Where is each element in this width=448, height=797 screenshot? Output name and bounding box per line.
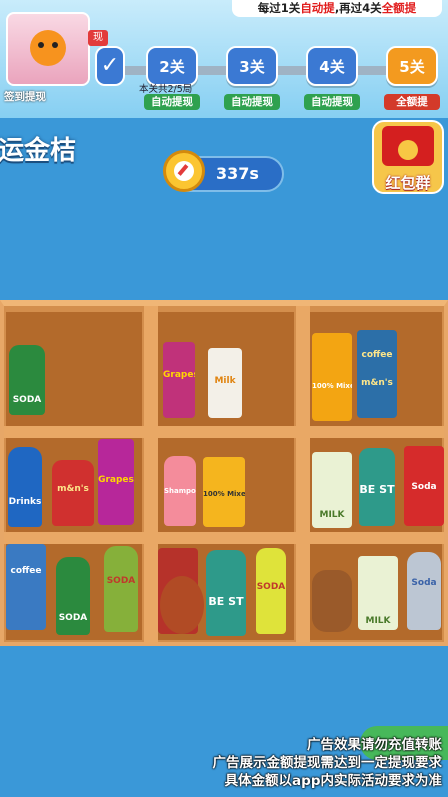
shampoo-bottle[interactable]: Shampoo: [164, 456, 196, 526]
full-withdraw-button[interactable]: 全额提: [384, 94, 440, 110]
milk-carton[interactable]: Milk: [208, 348, 242, 418]
grapes-can[interactable]: Grapes: [98, 439, 134, 525]
sign-in-withdraw-label[interactable]: 签到提现: [4, 89, 46, 104]
coconut-milk-box[interactable]: MILK: [358, 556, 398, 630]
round-progress-text: 本关共2/5局: [139, 84, 193, 95]
auto-withdraw-button-4[interactable]: 自动提现: [304, 94, 360, 110]
rugby-ball[interactable]: [160, 576, 204, 634]
game-title: 运金桔: [0, 136, 77, 166]
green-soda-bottle[interactable]: SODA: [9, 345, 45, 415]
orange-mascot-icon: [30, 30, 66, 66]
level-2-node[interactable]: 2关: [146, 46, 198, 86]
coffee-can[interactable]: coffee: [6, 544, 46, 630]
auto-withdraw-button-3[interactable]: 自动提现: [224, 94, 280, 110]
avatar[interactable]: [6, 12, 90, 86]
soda-can[interactable]: Soda: [404, 446, 444, 526]
blue-drink-bottle[interactable]: Drinks: [8, 447, 42, 527]
teddy-bear[interactable]: [312, 570, 352, 632]
soda-bottle[interactable]: SODA: [104, 546, 138, 632]
soda-bottle[interactable]: Soda: [407, 552, 441, 630]
red-packet-group-label: 红包群: [385, 174, 431, 192]
coconut-milk-box[interactable]: MILK: [312, 452, 352, 528]
level-4-node[interactable]: 4关: [306, 46, 358, 86]
mns-jar[interactable]: m&n's: [52, 460, 94, 526]
level-5-node[interactable]: 5关: [386, 46, 438, 86]
mixed-juice-carton[interactable]: 100% Mixed Juice: [203, 457, 245, 527]
soda-bottle[interactable]: SODA: [256, 548, 286, 634]
level-3-node[interactable]: 3关: [226, 46, 278, 86]
best-bottle[interactable]: BE ST: [359, 448, 395, 526]
withdraw-tag[interactable]: 现: [88, 30, 108, 46]
ad-disclaimer: 广告效果请勿充值转账 广告展示金额提现需达到一定提现要求 具体金额以app内实际…: [212, 737, 443, 789]
withdraw-banner: 每过1关自动提,再过4关全额提: [232, 0, 442, 17]
mixed-juice-bottle[interactable]: 100% Mixed Juice: [312, 333, 352, 421]
grapes-can[interactable]: Grapes: [163, 342, 195, 418]
green-soda-bottle[interactable]: SODA: [56, 557, 90, 635]
coffee-can[interactable]: coffee m&n's: [357, 330, 397, 418]
best-bottle[interactable]: BE ST: [206, 550, 246, 636]
auto-withdraw-button-2[interactable]: 自动提现: [144, 94, 200, 110]
level-1-check-icon: ✓: [95, 46, 125, 86]
